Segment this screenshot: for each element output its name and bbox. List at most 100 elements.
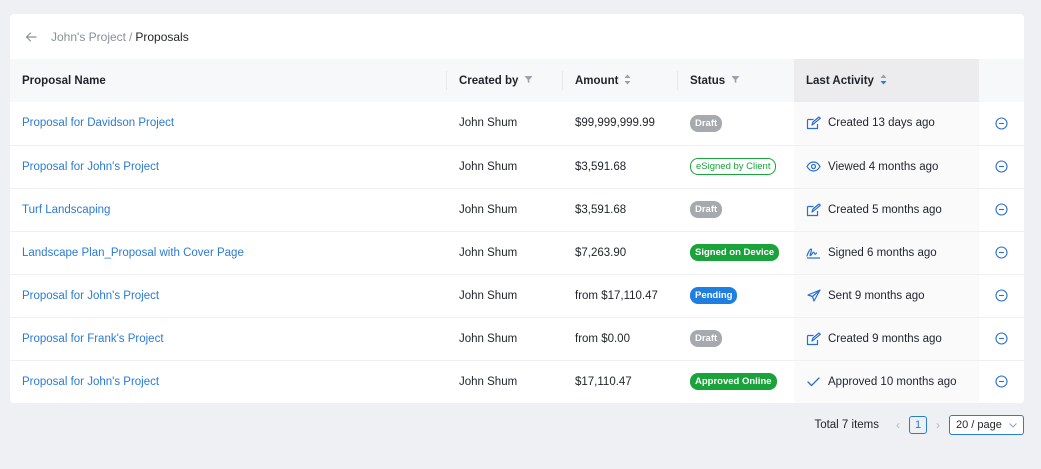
proposal-name-cell: Proposal for John's Project bbox=[10, 145, 447, 188]
actions-cell bbox=[979, 274, 1024, 317]
page-size-value: 20 / page bbox=[956, 419, 1002, 431]
activity-text: Created 9 months ago bbox=[828, 332, 942, 345]
status-cell: eSigned by Client bbox=[678, 145, 794, 188]
activity-text: Created 5 months ago bbox=[828, 203, 942, 216]
status-cell: Approved Online bbox=[678, 360, 794, 403]
sort-icon[interactable] bbox=[880, 74, 887, 88]
status-badge: Draft bbox=[690, 330, 723, 347]
amount-cell: from $17,110.47 bbox=[575, 289, 658, 302]
more-options-icon[interactable] bbox=[991, 203, 1024, 216]
column-header-status[interactable]: Status bbox=[678, 59, 794, 102]
more-options-icon[interactable] bbox=[991, 160, 1024, 173]
created-by-cell: John Shum bbox=[459, 160, 518, 173]
prev-page-icon[interactable]: ‹ bbox=[891, 418, 905, 432]
table-row: Turf Landscaping John Shum $3,591.68 Draft C… bbox=[10, 188, 1024, 231]
sort-icon[interactable] bbox=[624, 74, 631, 88]
proposals-table: Proposal Name Created by Amount Status L… bbox=[10, 59, 1024, 403]
actions-cell bbox=[979, 188, 1024, 231]
actions-cell bbox=[979, 317, 1024, 360]
edit-icon bbox=[806, 331, 821, 346]
activity-text: Approved 10 months ago bbox=[828, 375, 957, 388]
page-size-select[interactable]: 20 / page bbox=[949, 415, 1024, 435]
amount-cell: from $0.00 bbox=[575, 332, 630, 345]
last-activity-cell: Created 5 months ago bbox=[794, 188, 979, 231]
last-activity-cell: Approved 10 months ago bbox=[794, 360, 979, 403]
last-activity-cell: Created 9 months ago bbox=[794, 317, 979, 360]
proposals-card: John's Project / Proposals Proposal Name… bbox=[10, 14, 1024, 403]
column-header-actions bbox=[979, 59, 1024, 102]
actions-cell bbox=[979, 145, 1024, 188]
column-label: Last Activity bbox=[806, 74, 874, 87]
column-label: Status bbox=[690, 74, 726, 87]
edit-icon bbox=[806, 116, 821, 131]
amount-cell: $99,999,999.99 bbox=[575, 117, 655, 130]
proposal-name-cell: Proposal for Frank's Project bbox=[10, 317, 447, 360]
column-header-created-by[interactable]: Created by bbox=[447, 59, 563, 102]
status-badge: Draft bbox=[690, 114, 723, 132]
proposal-name-link[interactable]: Proposal for John's Project bbox=[22, 161, 159, 173]
filter-icon[interactable] bbox=[524, 75, 533, 87]
activity-text: Viewed 4 months ago bbox=[828, 160, 939, 173]
table-row: Proposal for Frank's Project John Shum fro… bbox=[10, 317, 1024, 360]
actions-cell bbox=[979, 231, 1024, 274]
column-header-amount[interactable]: Amount bbox=[563, 59, 678, 102]
proposal-name-cell: Proposal for John's Project bbox=[10, 360, 447, 403]
more-options-icon[interactable] bbox=[991, 289, 1024, 302]
proposal-name-link[interactable]: Proposal for Frank's Project bbox=[22, 333, 164, 345]
actions-cell bbox=[979, 102, 1024, 145]
next-page-icon[interactable]: › bbox=[931, 418, 945, 432]
last-activity-cell: Sent 9 months ago bbox=[794, 274, 979, 317]
more-options-icon[interactable] bbox=[991, 375, 1024, 388]
filter-icon[interactable] bbox=[731, 75, 740, 87]
activity-text: Sent 9 months ago bbox=[828, 289, 925, 302]
page-button-current[interactable]: 1 bbox=[909, 416, 927, 434]
table-row: Proposal for John's Project John Shum $17,… bbox=[10, 360, 1024, 403]
status-cell: Signed on Device bbox=[678, 231, 794, 274]
proposal-name-cell: Turf Landscaping bbox=[10, 188, 447, 231]
status-cell: Pending bbox=[678, 274, 794, 317]
more-options-icon[interactable] bbox=[991, 246, 1024, 259]
status-badge: eSigned by Client bbox=[690, 158, 777, 175]
proposal-name-cell: Proposal for John's Project bbox=[10, 274, 447, 317]
more-options-icon[interactable] bbox=[991, 332, 1024, 345]
proposal-name-link[interactable]: Landscape Plan_Proposal with Cover Page bbox=[22, 247, 244, 259]
last-activity-cell: Signed 6 months ago bbox=[794, 231, 979, 274]
created-by-cell: John Shum bbox=[459, 375, 518, 388]
created-by-cell: John Shum bbox=[459, 203, 518, 216]
column-header-last-activity[interactable]: Last Activity bbox=[794, 59, 979, 102]
actions-cell bbox=[979, 360, 1024, 403]
column-label: Proposal Name bbox=[22, 74, 106, 87]
status-badge: Signed on Device bbox=[690, 244, 780, 261]
breadcrumb-current: Proposals bbox=[135, 29, 189, 44]
status-badge: Approved Online bbox=[690, 373, 777, 391]
amount-cell: $17,110.47 bbox=[575, 375, 632, 388]
created-by-cell: John Shum bbox=[459, 332, 518, 345]
more-options-icon[interactable] bbox=[991, 117, 1024, 130]
page-header: John's Project / Proposals bbox=[10, 14, 1024, 59]
back-arrow-icon[interactable] bbox=[24, 30, 38, 44]
check-icon bbox=[806, 374, 821, 389]
status-badge: Pending bbox=[690, 287, 738, 304]
last-activity-cell: Created 13 days ago bbox=[794, 102, 979, 145]
signature-icon bbox=[806, 245, 821, 260]
proposal-name-link[interactable]: Proposal for John's Project bbox=[22, 290, 159, 302]
column-label: Amount bbox=[575, 74, 619, 87]
proposal-name-link[interactable]: Proposal for John's Project bbox=[22, 376, 159, 388]
amount-cell: $7,263.90 bbox=[575, 246, 627, 259]
created-by-cell: John Shum bbox=[459, 246, 518, 259]
proposal-name-link[interactable]: Proposal for Davidson Project bbox=[22, 117, 174, 129]
breadcrumb-parent[interactable]: John's Project bbox=[51, 30, 126, 44]
total-items: Total 7 items bbox=[814, 419, 879, 431]
amount-cell: $3,591.68 bbox=[575, 160, 627, 173]
status-cell: Draft bbox=[678, 102, 794, 145]
pagination: Total 7 items ‹ 1 › 20 / page bbox=[814, 415, 1024, 435]
table-header-row: Proposal Name Created by Amount Status L… bbox=[10, 59, 1024, 102]
proposal-name-link[interactable]: Turf Landscaping bbox=[22, 204, 110, 216]
activity-text: Signed 6 months ago bbox=[828, 246, 937, 259]
created-by-cell: John Shum bbox=[459, 289, 518, 302]
status-cell: Draft bbox=[678, 188, 794, 231]
table-row: Proposal for Davidson Project John Shum $9… bbox=[10, 102, 1024, 145]
created-by-cell: John Shum bbox=[459, 117, 518, 130]
table-row: Proposal for John's Project John Shum from… bbox=[10, 274, 1024, 317]
proposal-name-cell: Proposal for Davidson Project bbox=[10, 102, 447, 145]
